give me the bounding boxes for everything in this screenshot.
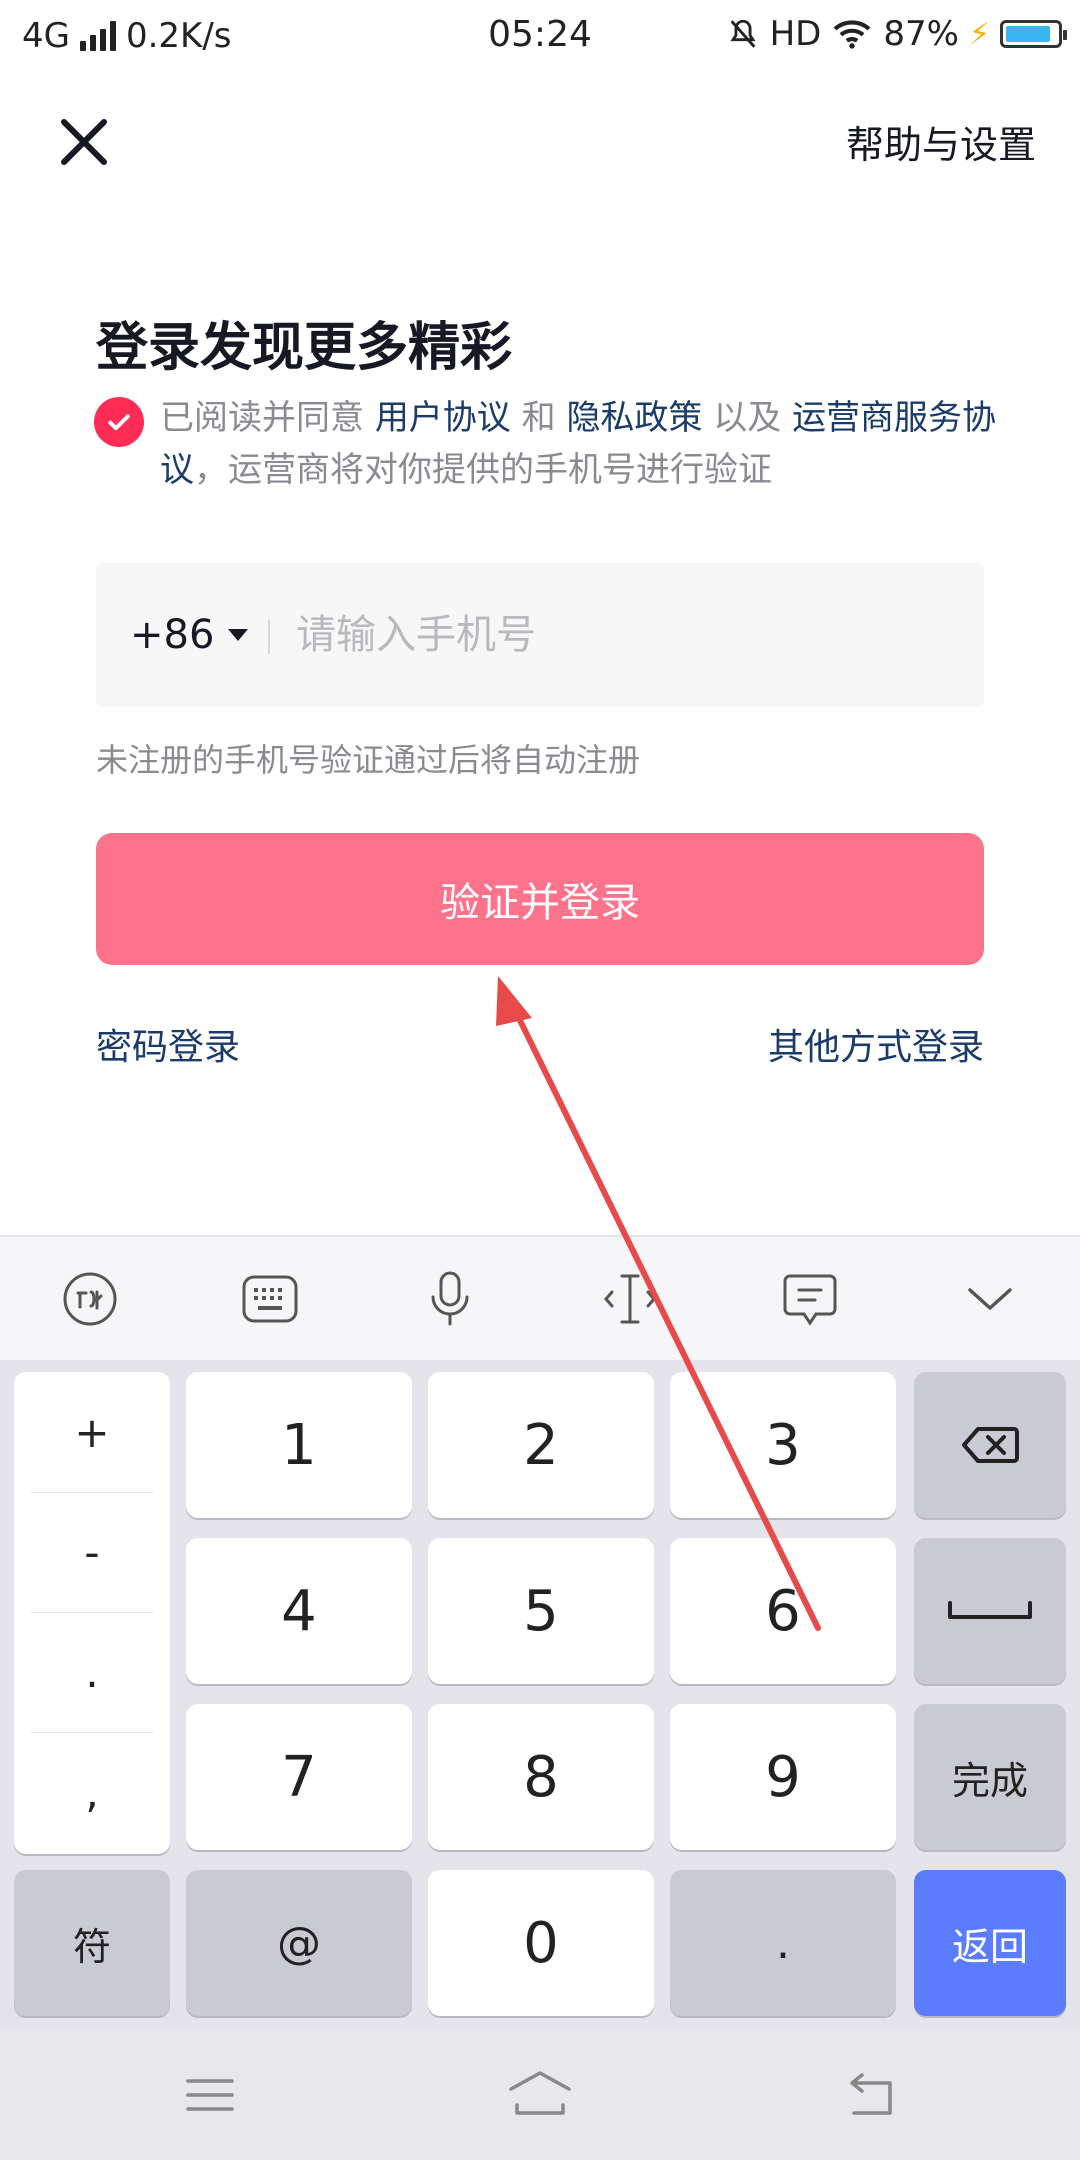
back-icon[interactable] bbox=[840, 2065, 900, 2125]
key-plus[interactable]: + bbox=[30, 1372, 154, 1493]
country-code: +86 bbox=[130, 612, 215, 658]
help-settings-link[interactable]: 帮助与设置 bbox=[846, 114, 1036, 169]
symbols-key[interactable]: 符 bbox=[14, 1870, 170, 2016]
status-bar: 4G 0.2K/s 05:24 HD 87% ⚡ bbox=[0, 0, 1080, 75]
battery-icon bbox=[1000, 20, 1067, 48]
numeric-keyboard: + - . , 1 2 3 4 5 6 7 8 9 完成 符 @ 0 . 返回 bbox=[0, 1360, 1080, 2030]
input-divider bbox=[268, 620, 270, 654]
key-period[interactable]: . bbox=[30, 1612, 154, 1733]
charging-icon: ⚡ bbox=[968, 16, 990, 52]
privacy-policy-link[interactable]: 隐私政策 bbox=[566, 398, 702, 438]
key-5[interactable]: 5 bbox=[428, 1538, 654, 1684]
check-icon bbox=[108, 414, 130, 431]
dot-key[interactable]: . bbox=[670, 1870, 896, 2016]
other-login-link[interactable]: 其他方式登录 bbox=[768, 1018, 984, 1070]
agreement-as-well-as: 以及 bbox=[702, 398, 793, 438]
collapse-chevron-icon[interactable] bbox=[960, 1269, 1020, 1329]
battery-fill bbox=[1006, 26, 1050, 42]
keyboard-icon[interactable] bbox=[240, 1269, 300, 1329]
key-2[interactable]: 2 bbox=[428, 1372, 654, 1518]
mute-bell-icon bbox=[730, 19, 756, 48]
return-key[interactable]: 返回 bbox=[914, 1870, 1066, 2016]
menu-icon[interactable] bbox=[180, 2065, 240, 2125]
agreement-prefix: 已阅读并同意 bbox=[160, 398, 375, 438]
key-4[interactable]: 4 bbox=[186, 1538, 412, 1684]
status-right: HD 87% ⚡ bbox=[726, 14, 1067, 54]
battery-percent: 87% bbox=[883, 14, 959, 54]
backspace-key[interactable] bbox=[914, 1372, 1066, 1518]
key-minus[interactable]: - bbox=[30, 1492, 154, 1613]
at-key[interactable]: @ bbox=[186, 1870, 412, 2016]
key-6[interactable]: 6 bbox=[670, 1538, 896, 1684]
country-code-selector[interactable]: +86 bbox=[130, 612, 249, 658]
key-8[interactable]: 8 bbox=[428, 1704, 654, 1850]
done-key[interactable]: 完成 bbox=[914, 1704, 1066, 1850]
system-nav-bar bbox=[0, 2030, 1080, 2160]
microphone-icon[interactable] bbox=[420, 1269, 480, 1329]
close-icon[interactable] bbox=[52, 110, 116, 174]
wifi-icon bbox=[833, 20, 871, 49]
key-1[interactable]: 1 bbox=[186, 1372, 412, 1518]
key-0[interactable]: 0 bbox=[428, 1870, 654, 2016]
verify-login-button[interactable]: 验证并登录 bbox=[96, 833, 984, 965]
key-3[interactable]: 3 bbox=[670, 1372, 896, 1518]
dropdown-triangle-icon bbox=[228, 629, 249, 641]
hd-badge: HD bbox=[769, 14, 822, 54]
symbol-column: + - . , bbox=[14, 1372, 170, 1854]
space-key[interactable] bbox=[914, 1538, 1066, 1684]
user-agreement-link[interactable]: 用户协议 bbox=[375, 398, 511, 438]
key-comma[interactable]: , bbox=[30, 1732, 154, 1852]
space-icon bbox=[948, 1601, 1032, 1619]
backspace-icon bbox=[962, 1427, 1019, 1463]
auto-register-hint: 未注册的手机号验证通过后将自动注册 bbox=[96, 741, 641, 779]
key-9[interactable]: 9 bbox=[670, 1704, 896, 1850]
page-title: 登录发现更多精彩 bbox=[96, 318, 513, 378]
agreement-checkbox[interactable] bbox=[94, 397, 144, 447]
keyboard-toolbar bbox=[0, 1235, 1080, 1362]
agreement-text: 已阅读并同意 用户协议 和 隐私政策 以及 运营商服务协议，运营商将对你提供的手… bbox=[160, 392, 1000, 496]
cursor-icon[interactable] bbox=[600, 1269, 660, 1329]
home-icon[interactable] bbox=[505, 2065, 575, 2125]
agreement-and: 和 bbox=[510, 398, 567, 438]
password-login-link[interactable]: 密码登录 bbox=[96, 1018, 240, 1070]
agreement-suffix: ，运营商将对你提供的手机号进行验证 bbox=[194, 450, 772, 490]
key-7[interactable]: 7 bbox=[186, 1704, 412, 1850]
phone-number-input[interactable] bbox=[296, 600, 936, 670]
clipboard-icon[interactable] bbox=[780, 1269, 840, 1329]
xunfei-icon[interactable] bbox=[60, 1269, 120, 1329]
